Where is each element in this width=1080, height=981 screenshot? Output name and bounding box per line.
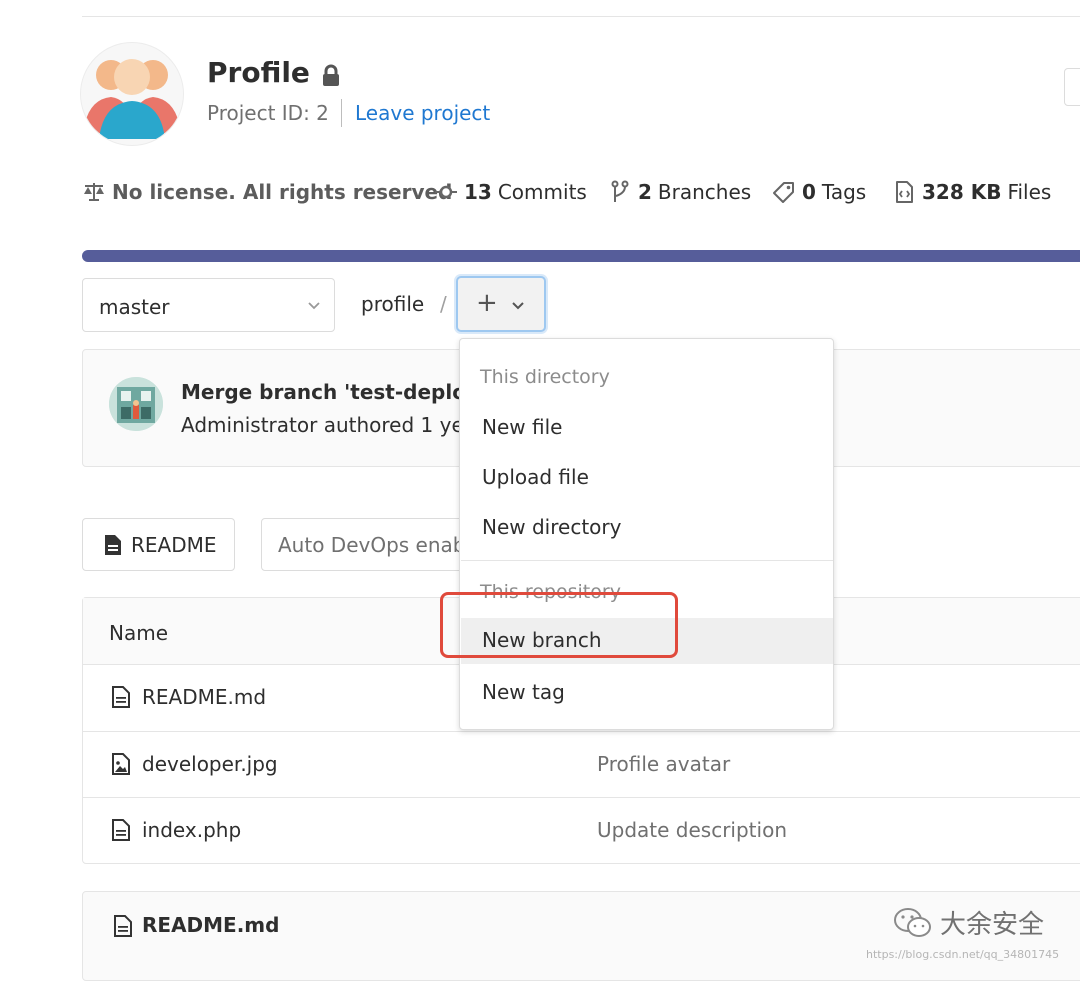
files-label: Files (1007, 180, 1052, 204)
breadcrumb-separator: / (440, 292, 447, 316)
lock-icon (320, 64, 342, 88)
commits-label: Commits (497, 180, 587, 204)
file-code-icon (892, 180, 916, 204)
image-file-icon (111, 752, 131, 776)
commits-count: 13 (464, 180, 492, 204)
file-icon (111, 818, 131, 842)
file-name[interactable]: developer.jpg (142, 752, 278, 776)
auto-devops-label: Auto DevOps enab (278, 533, 466, 557)
breadcrumb-project[interactable]: profile (361, 292, 424, 316)
table-row[interactable]: index.php Update description (83, 798, 1080, 864)
tag-icon (772, 180, 796, 204)
branches-count: 2 (638, 180, 652, 204)
license-stat[interactable]: No license. All rights reserved (82, 180, 452, 204)
branch-icon (608, 180, 632, 204)
column-header-name: Name (109, 621, 169, 645)
branches-label: Branches (657, 180, 752, 204)
chevron-down-icon (511, 297, 525, 311)
wechat-logo-icon (893, 905, 933, 941)
document-icon (103, 534, 123, 556)
menu-item-new-directory[interactable]: New directory (461, 505, 833, 551)
readme-button[interactable]: README (82, 518, 235, 571)
menu-item-label: New file (482, 415, 563, 439)
leave-project-link[interactable]: Leave project (355, 101, 490, 125)
file-commit-message[interactable]: Update description (597, 818, 787, 842)
branch-selector-value: master (99, 295, 170, 319)
watermark-url: https://blog.csdn.net/qq_34801745 (866, 948, 1060, 961)
menu-item-label: Upload file (482, 465, 589, 489)
header-action-button[interactable] (1064, 68, 1080, 106)
menu-item-new-file[interactable]: New file (461, 405, 833, 451)
readme-panel-title: README.md (142, 913, 280, 937)
id-separator (341, 99, 342, 127)
branches-stat[interactable]: 2 Branches (608, 180, 751, 204)
commit-icon (434, 180, 458, 204)
project-avatar (80, 42, 184, 146)
files-stat[interactable]: 328 KB Files (892, 180, 1051, 204)
plus-icon: + (476, 288, 498, 318)
file-icon (113, 914, 133, 938)
commits-stat[interactable]: 13 Commits (434, 180, 587, 204)
menu-item-upload-file[interactable]: Upload file (461, 455, 833, 501)
add-dropdown-menu: This directory New file Upload file New … (459, 338, 834, 730)
scale-icon (82, 180, 106, 204)
file-name[interactable]: README.md (142, 685, 266, 709)
table-row[interactable]: developer.jpg Profile avatar (83, 732, 1080, 798)
menu-item-new-tag[interactable]: New tag (461, 670, 833, 716)
license-text: No license. All rights reserved (112, 180, 453, 204)
menu-item-label: New tag (482, 680, 565, 704)
chevron-down-icon (306, 297, 322, 313)
repository-language-bar (82, 250, 1080, 262)
tags-stat[interactable]: 0 Tags (772, 180, 866, 204)
tags-label: Tags (821, 180, 867, 204)
auto-devops-button[interactable]: Auto DevOps enab (261, 518, 491, 571)
top-divider (82, 16, 1080, 17)
dropdown-header-directory: This directory (480, 366, 610, 388)
file-name[interactable]: index.php (142, 818, 241, 842)
file-icon (111, 685, 131, 709)
project-id: Project ID: 2 (207, 101, 329, 125)
watermark-brand: 大余安全 (940, 910, 1045, 940)
files-size: 328 KB (922, 180, 1002, 204)
project-title: Profile (207, 56, 310, 89)
readme-button-label: README (131, 533, 217, 557)
file-commit-message[interactable]: Profile avatar (597, 752, 730, 776)
branch-selector[interactable]: master (82, 278, 335, 332)
add-to-tree-button[interactable]: + (456, 276, 546, 332)
commit-author-avatar[interactable] (109, 377, 163, 431)
menu-item-label: New directory (482, 515, 622, 539)
commit-title[interactable]: Merge branch 'test-deploy' i (181, 380, 461, 404)
dropdown-divider (461, 560, 833, 561)
commit-meta: Administrator authored 1 yea (181, 413, 461, 437)
tags-count: 0 (802, 180, 816, 204)
annotation-highlight-box (440, 592, 678, 658)
